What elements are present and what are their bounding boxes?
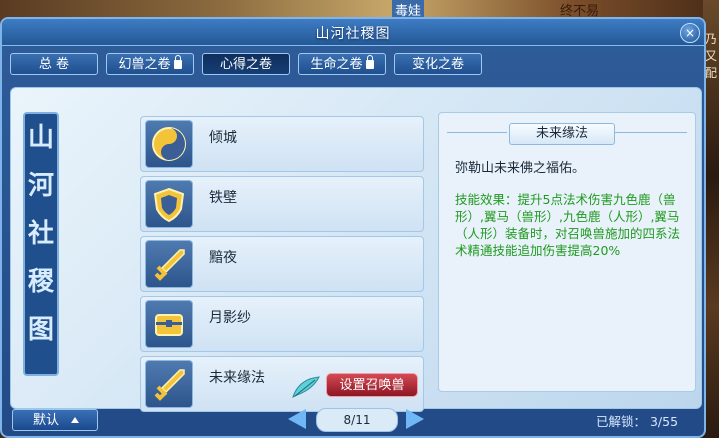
unlocked-count: 已解锁： 3/55 xyxy=(596,414,679,429)
tab-label: 总 卷 xyxy=(38,57,70,72)
default-label: 默认 xyxy=(33,413,60,428)
item-label: 铁壁 xyxy=(209,190,237,206)
scroll-seal: 山 河 社 稷 图 xyxy=(23,112,59,376)
list-item[interactable]: 倾城 xyxy=(140,116,424,172)
list-item[interactable]: 铁壁 xyxy=(140,176,424,232)
list-item[interactable]: 黯夜 xyxy=(140,236,424,292)
divider xyxy=(447,132,507,133)
background-right-text: 乃又配 xyxy=(705,32,718,80)
list-item-selected[interactable]: 未来缘法 设置召唤兽 xyxy=(140,356,424,412)
seal-char: 山 xyxy=(27,123,54,153)
seal-char: 河 xyxy=(27,171,54,201)
content-panel: 山 河 社 稷 图 倾城 铁壁 黯夜 月影纱 未来缘法 设置召唤兽 未来缘法 弥… xyxy=(10,87,702,412)
feather-icon xyxy=(292,376,320,398)
seal-char: 社 xyxy=(27,219,54,249)
set-summon-button[interactable]: 设置召唤兽 xyxy=(326,373,418,397)
next-page-arrow-icon[interactable] xyxy=(406,409,424,429)
seal-char: 图 xyxy=(27,315,54,345)
sword-icon xyxy=(145,360,193,408)
lock-icon xyxy=(365,55,374,69)
default-dropdown[interactable]: 默认 xyxy=(12,409,98,431)
window-title: 山河社稷图 xyxy=(315,26,391,42)
shanhe-sheji-window: 山河社稷图 × 总 卷 幻兽之卷 心得之卷 生命之卷 变化之卷 山 河 社 稷 … xyxy=(0,17,706,438)
close-button[interactable]: × xyxy=(680,23,700,43)
detail-effect: 技能效果：提升5点法术伤害九色鹿（兽形）,翼马（兽形）,九色鹿（人形）,翼马（人… xyxy=(455,192,681,258)
item-label: 月影纱 xyxy=(209,310,251,326)
prev-page-arrow-icon[interactable] xyxy=(288,409,306,429)
chest-icon xyxy=(145,300,193,348)
detail-panel: 未来缘法 弥勒山未来佛之福佑。 技能效果：提升5点法术伤害九色鹿（兽形）,翼马（… xyxy=(438,112,696,392)
tab-label: 心得之卷 xyxy=(219,57,272,72)
item-label: 倾城 xyxy=(209,130,237,146)
list-item[interactable]: 月影纱 xyxy=(140,296,424,352)
title-bar[interactable]: 山河社稷图 × xyxy=(2,19,704,46)
tab-insight[interactable]: 心得之卷 xyxy=(202,53,290,75)
tab-label: 生命之卷 xyxy=(310,57,363,72)
tab-life[interactable]: 生命之卷 xyxy=(298,53,386,75)
item-label: 未来缘法 xyxy=(209,370,265,386)
divider xyxy=(615,132,687,133)
tab-beast[interactable]: 幻兽之卷 xyxy=(106,53,194,75)
shield-icon xyxy=(145,180,193,228)
tab-transform[interactable]: 变化之卷 xyxy=(394,53,482,75)
page-indicator: 8/11 xyxy=(316,408,398,432)
seal-char: 稷 xyxy=(27,267,54,297)
tab-general[interactable]: 总 卷 xyxy=(10,53,98,75)
tab-label: 变化之卷 xyxy=(411,57,464,72)
detail-description: 弥勒山未来佛之福佑。 xyxy=(455,161,586,176)
item-label: 黯夜 xyxy=(209,250,237,266)
lock-icon xyxy=(173,55,182,69)
triangle-up-icon xyxy=(71,417,80,423)
yin-yang-icon xyxy=(145,120,193,168)
detail-title: 未来缘法 xyxy=(509,123,615,145)
tab-label: 幻兽之卷 xyxy=(118,57,171,72)
sword-icon xyxy=(145,240,193,288)
